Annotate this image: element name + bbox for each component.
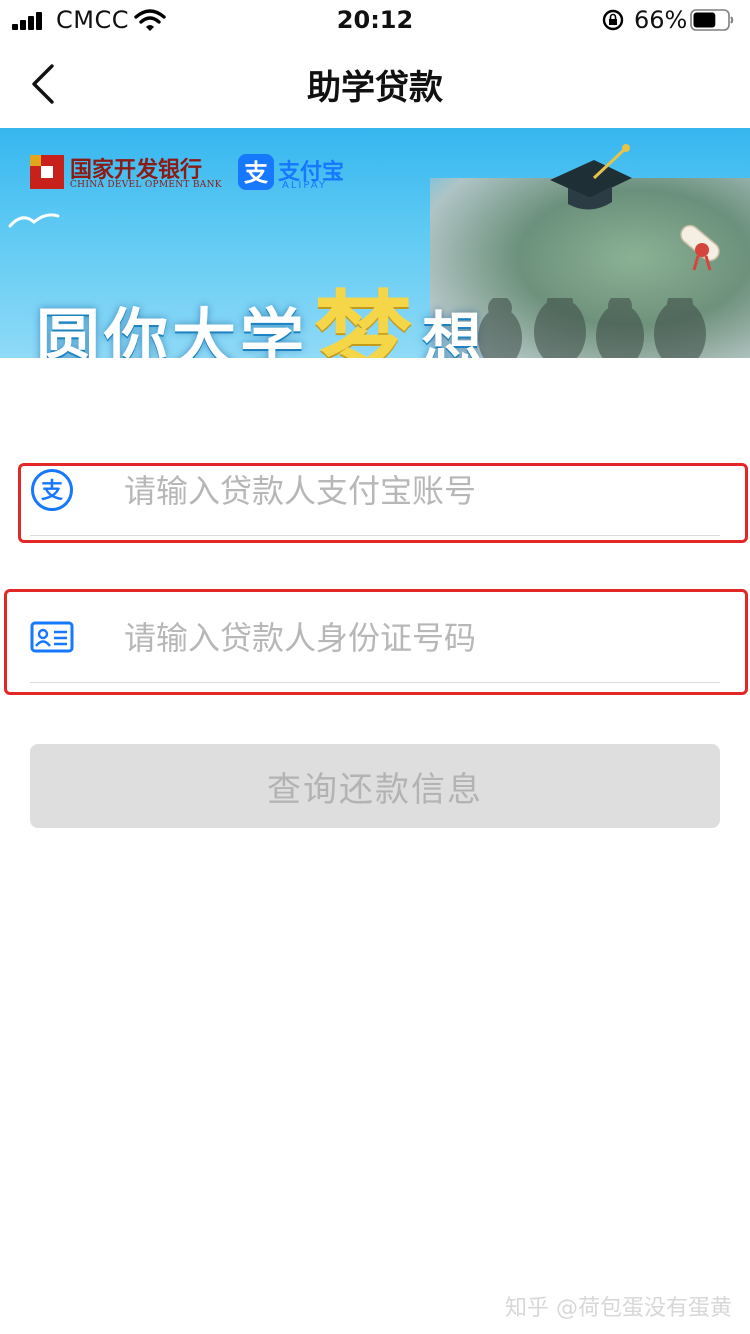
banner-image: 国家开发银行 CHINA DEVEL OPMENT BANK 支 支付宝 ALI… bbox=[0, 128, 750, 358]
slogan-suffix: 想 bbox=[422, 306, 487, 358]
graduation-cap-icon bbox=[550, 144, 632, 210]
diploma-icon bbox=[680, 224, 720, 271]
svg-text:支: 支 bbox=[244, 159, 269, 187]
alipay-logo-icon: 支 bbox=[238, 154, 274, 190]
query-repayment-button[interactable]: 查询还款信息 bbox=[30, 744, 720, 828]
navigation-bar: 助学贷款 bbox=[0, 40, 750, 128]
watermark: 知乎 @荷包蛋没有蛋黄 bbox=[505, 1296, 732, 1321]
cdb-logo-icon bbox=[30, 155, 64, 189]
status-bar: CMCC 20:12 66% bbox=[0, 0, 750, 40]
banner-slogan: 圆你大学梦想 bbox=[36, 248, 486, 358]
highlight-box bbox=[18, 463, 748, 543]
highlight-box bbox=[4, 589, 748, 695]
bird-icon bbox=[8, 213, 60, 228]
rotation-lock-icon bbox=[602, 9, 624, 31]
slogan-highlight: 梦 bbox=[314, 280, 417, 358]
slogan-prefix: 圆你大学 bbox=[36, 302, 308, 358]
battery-percent: 66% bbox=[634, 6, 688, 34]
battery-icon bbox=[690, 9, 734, 31]
page-title: 助学贷款 bbox=[307, 68, 443, 108]
bank-name-en: CHINA DEVEL OPMENT BANK bbox=[70, 180, 222, 190]
graduates-silhouette bbox=[478, 298, 706, 358]
alipay-brand-en: ALIPAY bbox=[282, 180, 327, 191]
